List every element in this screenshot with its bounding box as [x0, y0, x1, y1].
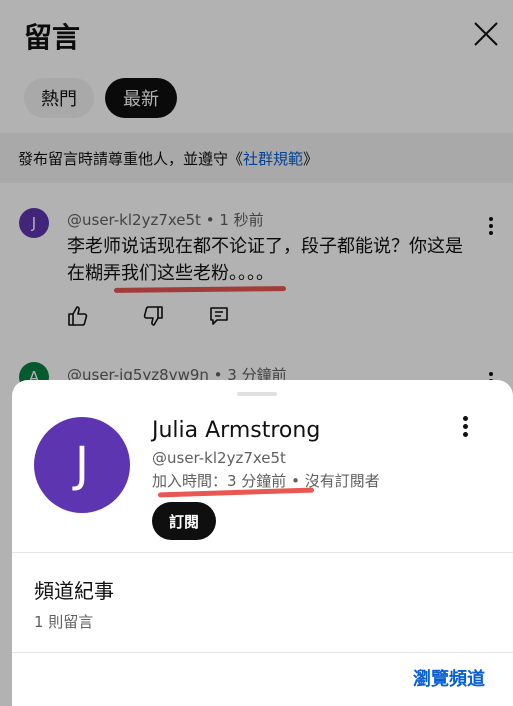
channel-comment-count: 1 則留言	[34, 613, 94, 631]
notice-suffix: 》	[303, 149, 319, 168]
close-icon[interactable]	[470, 18, 502, 50]
comment-more-icon[interactable]	[481, 214, 501, 238]
profile-more-icon[interactable]	[455, 414, 475, 438]
divider	[12, 652, 513, 653]
divider	[12, 552, 513, 553]
subscribe-button[interactable]: 訂閱	[152, 502, 216, 540]
channel-avatar[interactable]: J	[34, 417, 130, 513]
channel-name: Julia Armstrong	[152, 418, 321, 443]
channel-handle: @user-kl2yz7xe5t	[152, 449, 286, 467]
panel-title: 留言	[24, 21, 81, 54]
reply-icon[interactable]	[208, 305, 230, 327]
channel-section-title: 頻道紀事	[34, 579, 114, 603]
comment-meta: @user-kl2yz7xe5t • 1 秒前	[67, 209, 264, 230]
channel-joined-info: 加入時間：3 分鐘前 • 沒有訂閱者	[152, 472, 380, 490]
thumbs-up-icon[interactable]	[67, 305, 89, 327]
filter-top-chip[interactable]: 熱門	[24, 78, 94, 118]
drag-handle[interactable]	[237, 392, 277, 396]
meta-separator: •	[200, 211, 220, 229]
comment-avatar[interactable]: J	[19, 208, 49, 238]
filter-newest-chip[interactable]: 最新	[105, 78, 177, 118]
community-notice: 發布留言時請尊重他人，並遵守《社群規範》	[0, 133, 513, 183]
comment-text: 李老师说话现在都不论证了，段子都能说？你这是在糊弄我们这些老粉。。。。	[67, 236, 463, 284]
comment-time: 1 秒前	[219, 211, 264, 229]
community-guidelines-link[interactable]: 社群規範	[243, 150, 303, 168]
browse-channel-button[interactable]: 瀏覽頻道	[413, 665, 485, 691]
thumbs-down-icon[interactable]	[142, 305, 164, 327]
comment-author[interactable]: @user-kl2yz7xe5t	[67, 211, 201, 229]
annotation-underline	[113, 286, 287, 293]
notice-prefix: 發布留言時請尊重他人，並遵守《	[18, 149, 244, 168]
